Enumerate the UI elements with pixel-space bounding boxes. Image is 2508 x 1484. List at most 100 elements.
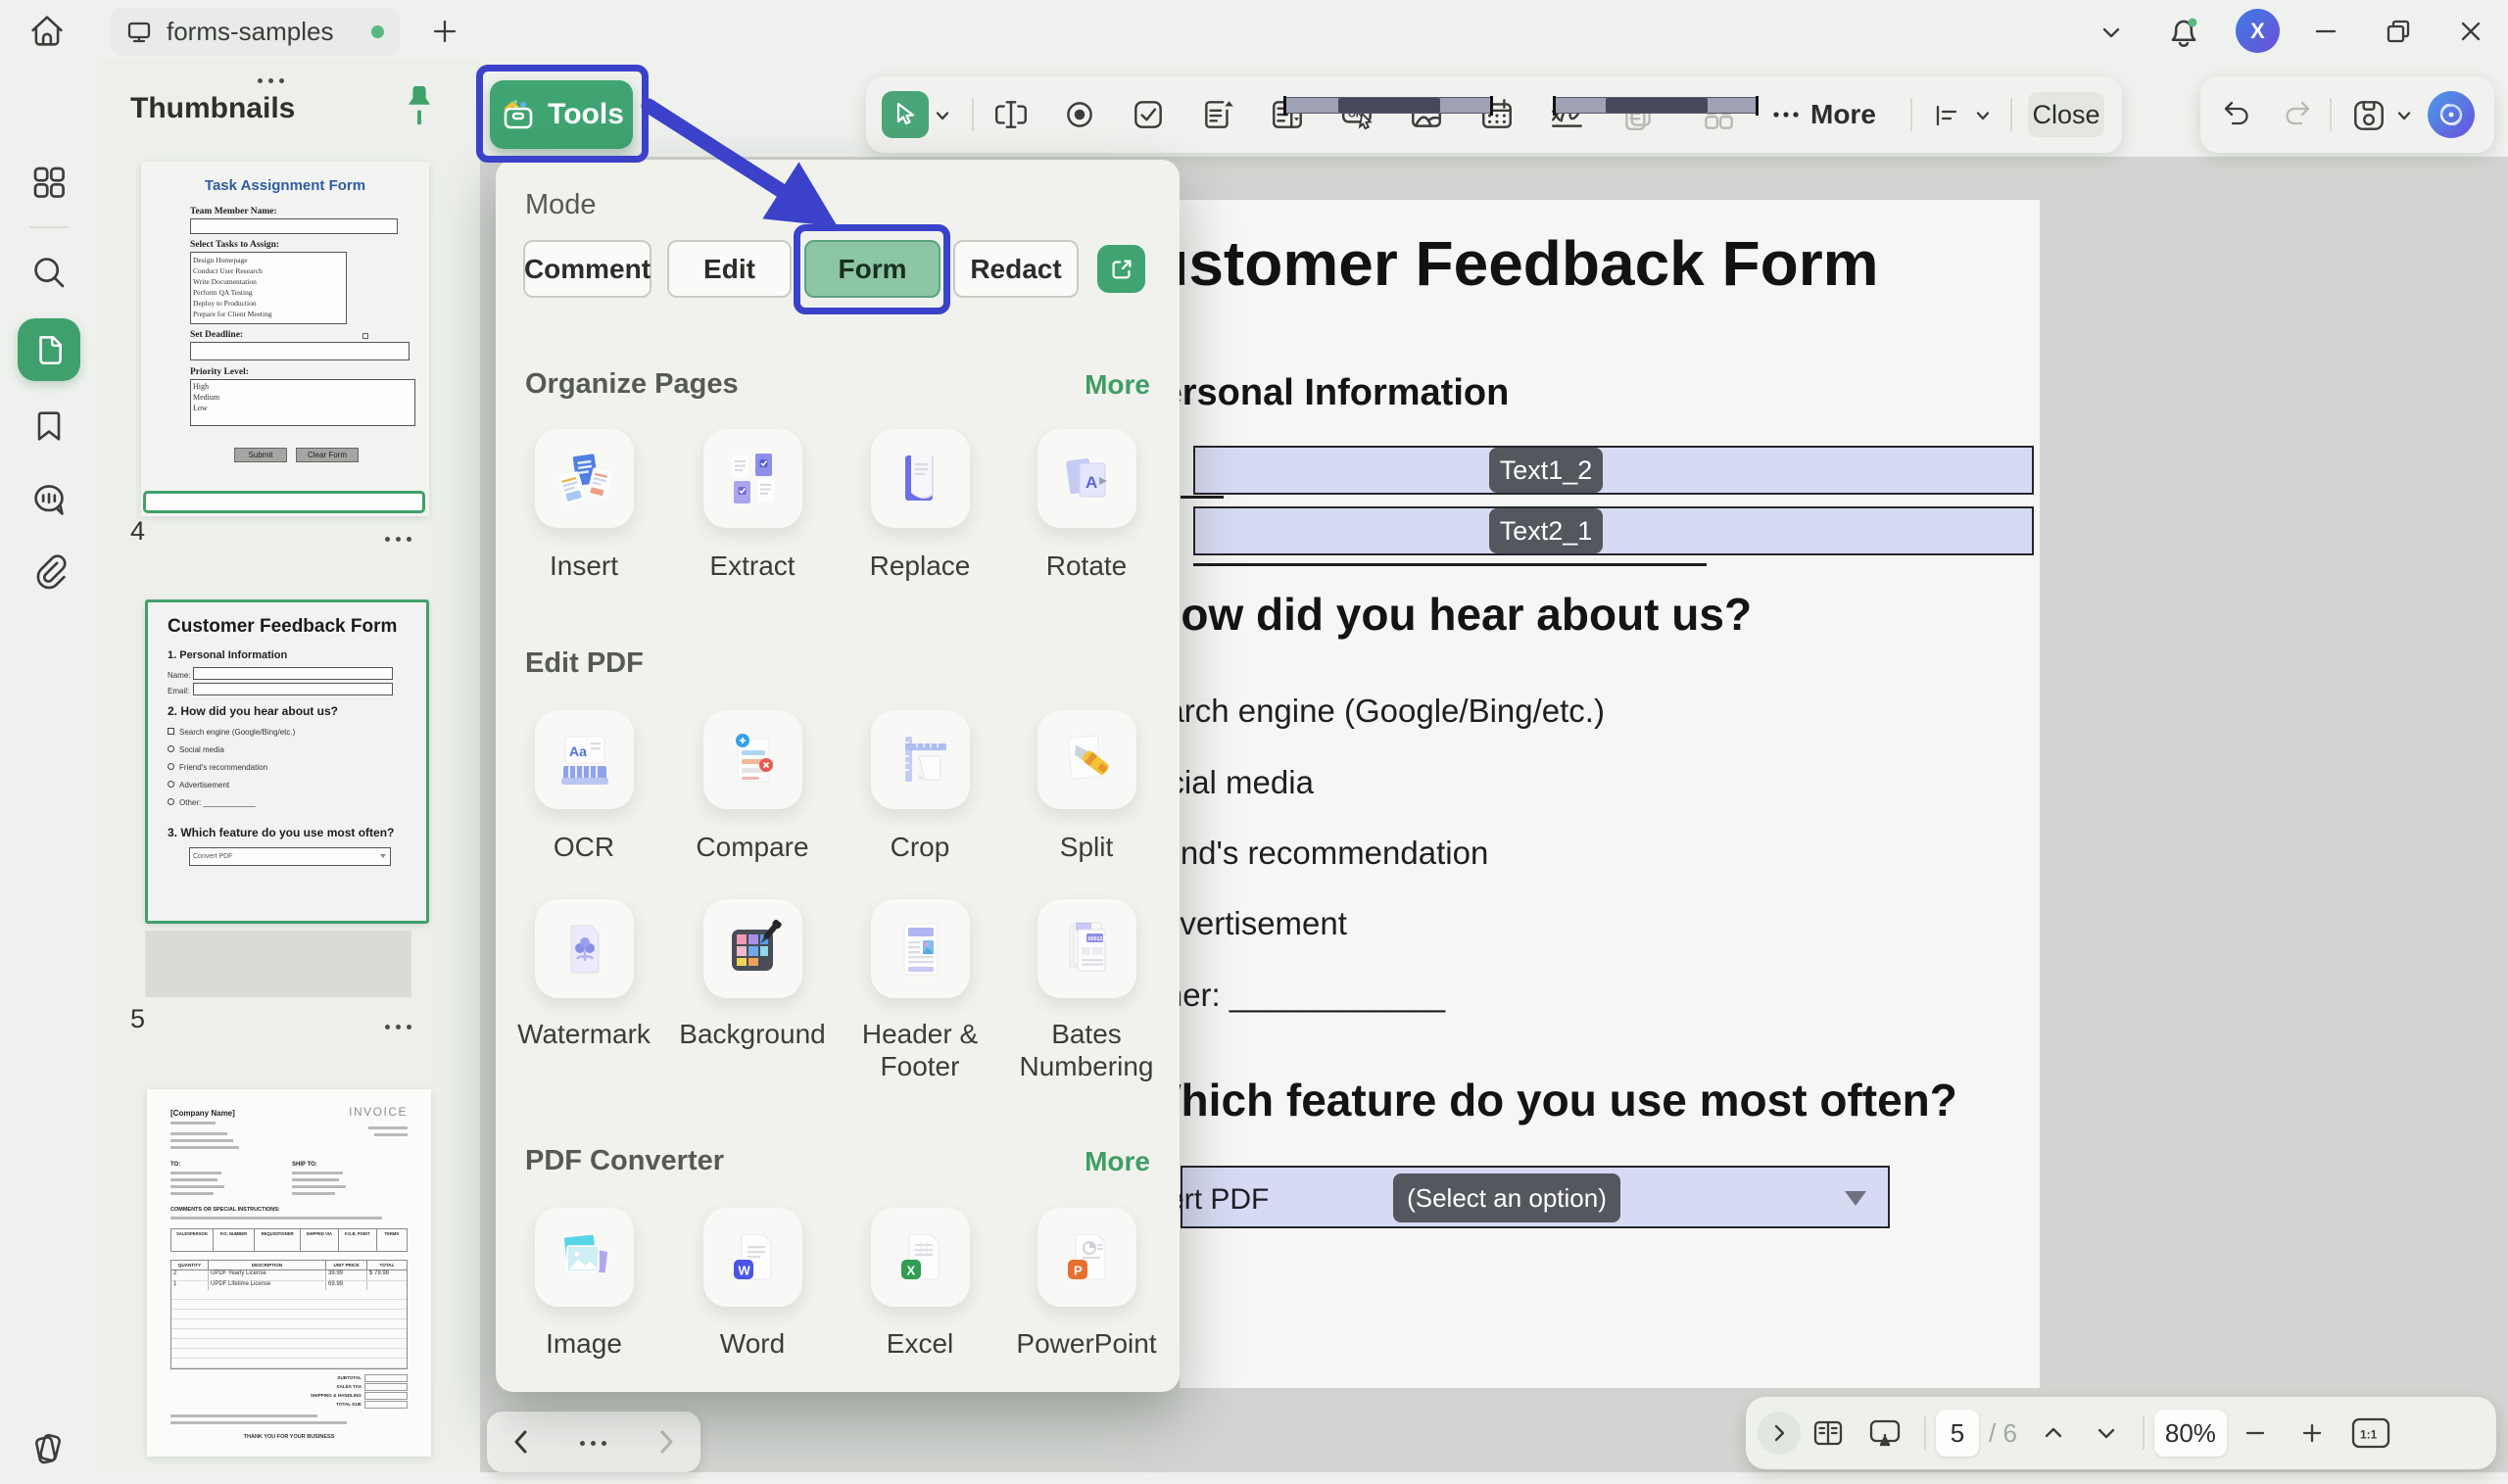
tool-insert[interactable] — [535, 429, 634, 528]
more-tools-button[interactable]: More — [1769, 98, 1876, 131]
sidebar-item-attachments[interactable] — [22, 544, 76, 598]
close-window-button[interactable] — [2451, 12, 2490, 51]
tool-label-watermark: Watermark — [501, 1018, 667, 1050]
tool-convert-image[interactable] — [535, 1208, 634, 1307]
document-page[interactable]: Customer Feedback Form 1. Personal Infor… — [1180, 200, 2040, 1388]
tool-split[interactable] — [1037, 710, 1136, 809]
undo-button[interactable] — [2220, 97, 2255, 132]
iv-thanks: THANK YOU FOR YOUR BUSINESS — [147, 1434, 431, 1440]
header-footer-icon — [890, 918, 952, 981]
tool-label-split: Split — [1003, 831, 1170, 863]
split-icon — [1056, 729, 1119, 791]
close-mode-button[interactable]: Close — [2028, 92, 2104, 137]
checkbox-tool[interactable] — [1130, 96, 1167, 133]
tool-rotate[interactable]: A — [1037, 429, 1136, 528]
section-title-organize: Organize Pages — [525, 368, 739, 401]
converter-more-link[interactable]: More — [1085, 1146, 1150, 1177]
p4-member-label: Team Member Name: — [190, 207, 277, 216]
tool-label-ocr: OCR — [501, 831, 667, 863]
save-dropdown[interactable] — [2392, 104, 2416, 127]
sidebar-item-bookmarks[interactable] — [22, 399, 76, 454]
p5-opt-row: Social media — [168, 745, 224, 754]
radio-button-tool[interactable] — [1061, 96, 1098, 133]
sidebar-item-thumbnails[interactable] — [18, 318, 80, 381]
sidebar-item-apps[interactable] — [22, 155, 76, 210]
left-sidebar — [0, 61, 98, 1472]
zoom-out-button[interactable] — [2227, 1412, 2284, 1455]
text-field-tool[interactable] — [992, 96, 1030, 133]
zoom-level-input[interactable]: 80% — [2154, 1410, 2227, 1457]
panel-drag-handle[interactable] — [255, 71, 287, 88]
expand-bar-button[interactable] — [1758, 1412, 1801, 1455]
alignment-tool[interactable] — [1929, 98, 1964, 133]
prev-page-button[interactable] — [2027, 1412, 2080, 1455]
ai-assistant-button[interactable] — [2428, 91, 2475, 138]
tool-replace[interactable] — [871, 429, 970, 528]
sidebar-item-stamps[interactable] — [22, 1420, 76, 1475]
select-tool-button[interactable] — [882, 91, 929, 138]
save-button[interactable] — [2349, 96, 2388, 135]
tool-convert-excel[interactable]: X — [871, 1208, 970, 1307]
back-chevron-icon[interactable] — [507, 1427, 537, 1457]
form-field-dropdown[interactable]: Convert PDF (Select an option) — [1181, 1166, 1890, 1228]
two-page-view-button[interactable] — [1801, 1412, 1856, 1455]
minimize-button[interactable] — [2306, 14, 2345, 49]
tool-convert-ppt[interactable]: P — [1037, 1208, 1136, 1307]
notifications-button[interactable] — [2161, 10, 2206, 55]
avatar[interactable]: X — [2236, 9, 2280, 53]
tool-label-background: Background — [669, 1018, 836, 1050]
tool-watermark[interactable] — [535, 899, 634, 998]
next-page-button[interactable] — [2080, 1412, 2133, 1455]
thumbnail-page-6[interactable]: [Company Name] INVOICE TO: SHIP TO: COMM… — [147, 1089, 431, 1457]
page-number-input[interactable]: 5 — [1936, 1410, 1979, 1457]
tool-crop[interactable] — [871, 710, 970, 809]
alignment-dropdown[interactable] — [1971, 104, 1995, 127]
forward-chevron-icon[interactable] — [651, 1427, 680, 1457]
home-button[interactable] — [25, 10, 69, 53]
thumbnail-page-5[interactable]: Customer Feedback Form 1. Personal Infor… — [145, 599, 429, 924]
main-toolbar: OK — [866, 76, 2122, 153]
new-tab-button[interactable] — [427, 14, 462, 49]
redo-button[interactable] — [2279, 97, 2314, 132]
p4-name-field — [190, 218, 398, 234]
mode-redact[interactable]: Redact — [953, 240, 1079, 298]
document-tab[interactable]: forms-samples — [110, 8, 400, 56]
organize-more-link[interactable]: More — [1085, 369, 1150, 401]
open-mode-external-button[interactable] — [1097, 245, 1145, 293]
dropdown-caret[interactable] — [1845, 1191, 1866, 1206]
mode-edit[interactable]: Edit — [667, 240, 792, 298]
zoom-in-button[interactable] — [2284, 1412, 2340, 1455]
tabs-dropdown-button[interactable] — [2095, 16, 2128, 49]
paperclip-icon — [28, 551, 70, 592]
radio-glyph — [168, 781, 174, 788]
external-link-icon — [1108, 256, 1135, 283]
form-field-text1[interactable] — [1193, 446, 2034, 495]
combo-box-tool[interactable] — [1200, 96, 1237, 133]
form-field-text2[interactable] — [1193, 506, 2034, 555]
tool-background[interactable] — [703, 899, 802, 998]
chevron-down-icon — [2394, 106, 2414, 125]
tool-convert-word[interactable]: W — [703, 1208, 802, 1307]
presentation-button[interactable] — [1856, 1412, 1914, 1455]
tool-compare[interactable] — [703, 710, 802, 809]
restore-button[interactable] — [2379, 12, 2418, 51]
tool-label-rotate: Rotate — [1003, 550, 1170, 582]
history-menu-button[interactable] — [577, 1433, 609, 1451]
ocr-icon: Aa — [554, 729, 616, 791]
mode-comment[interactable]: Comment — [523, 240, 651, 298]
thumbnail-page-4[interactable]: Task Assignment Form Team Member Name: S… — [141, 162, 429, 516]
tool-bates-numbering[interactable]: 000123 — [1037, 899, 1136, 998]
p5-menu-button[interactable] — [382, 1017, 414, 1034]
actual-size-button[interactable]: 1:1 — [2340, 1412, 2401, 1455]
convert-ppt-icon: P — [1056, 1226, 1119, 1289]
tool-header-footer[interactable] — [871, 899, 970, 998]
p4-priority-label: Priority Level: — [190, 367, 249, 377]
sidebar-item-comments[interactable] — [22, 473, 76, 528]
partial-form-field — [1554, 97, 1758, 114]
p4-menu-button[interactable] — [382, 529, 414, 547]
pin-button[interactable] — [400, 86, 439, 129]
sidebar-item-search[interactable] — [22, 245, 76, 300]
tool-ocr[interactable]: Aa — [535, 710, 634, 809]
tool-extract[interactable] — [703, 429, 802, 528]
select-tool-dropdown[interactable] — [931, 104, 954, 127]
